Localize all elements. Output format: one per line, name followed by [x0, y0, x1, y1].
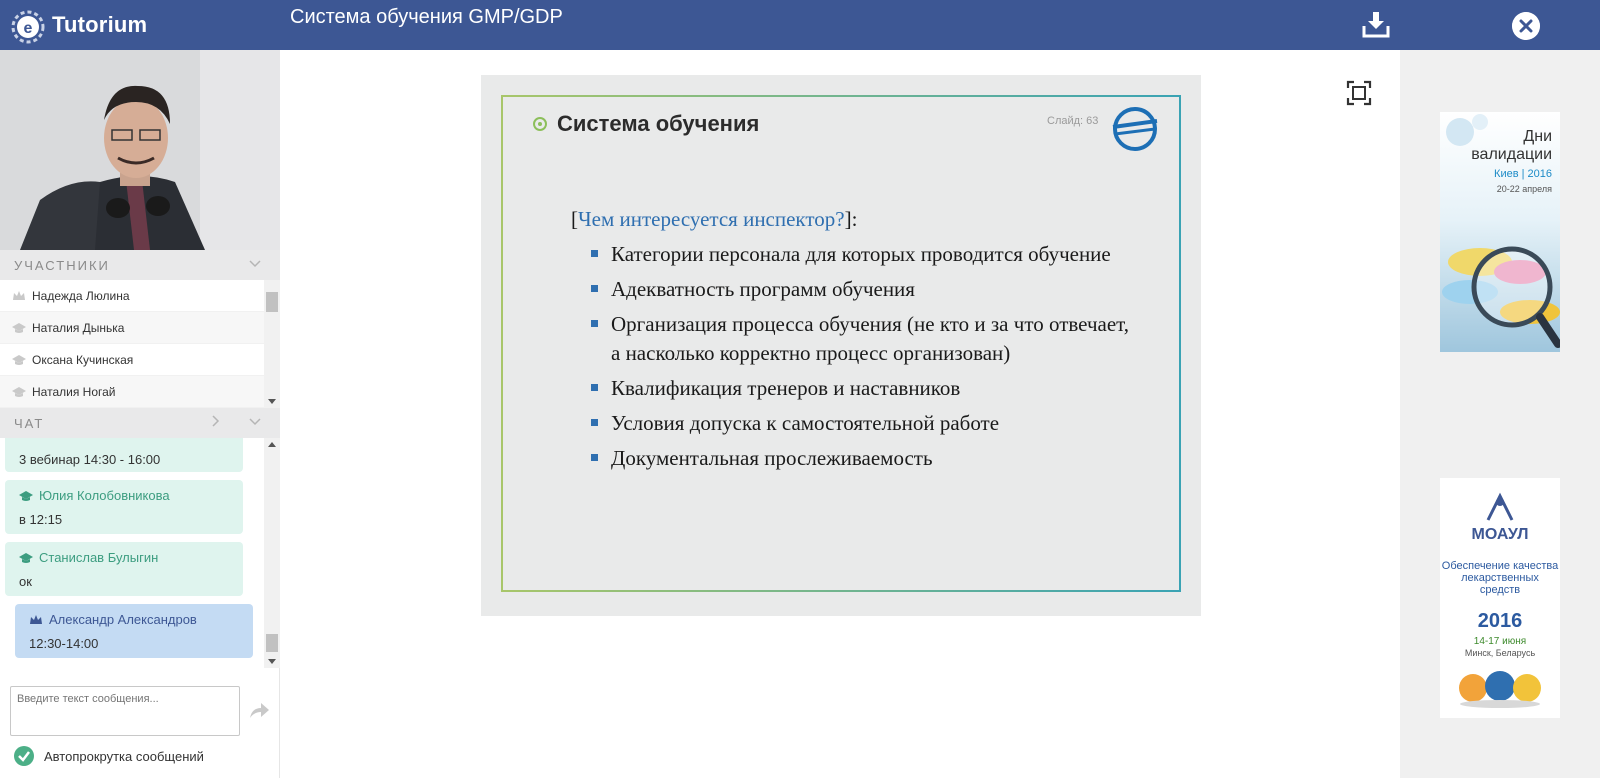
ad1-line2: валидации	[1471, 146, 1552, 163]
presenter-video	[0, 50, 280, 250]
graduation-cap-icon	[12, 354, 26, 365]
ad1-line1: Дни	[1523, 128, 1552, 145]
scrollbar-thumb[interactable]	[266, 634, 278, 652]
participant-row[interactable]: Оксана Кучинская	[0, 344, 264, 376]
ad2-brand: МОАУЛ	[1471, 526, 1529, 543]
chat-message-author: Александр Александров	[29, 612, 197, 627]
participants-header[interactable]: УЧАСТНИКИ	[0, 250, 280, 280]
chat-author-name: Станислав Булыгин	[39, 550, 159, 565]
scroll-down-arrow[interactable]	[268, 399, 276, 404]
close-icon[interactable]	[1512, 12, 1540, 40]
logo-text: Tutorium	[52, 12, 148, 37]
ad2-year: 2016	[1477, 610, 1523, 632]
participant-row[interactable]: Наталия Дынька	[0, 312, 264, 344]
slide-bullet: Категории персонала для которых проводит…	[591, 240, 1131, 269]
page-title: Система обучения GMP/GDP	[290, 6, 563, 28]
ad2-subtitle: Обеспечение качества лекарственных средс…	[1441, 560, 1559, 596]
participant-row[interactable]: Надежда Люлина	[0, 280, 264, 312]
send-icon[interactable]	[248, 700, 270, 720]
crown-icon	[13, 290, 25, 300]
mascots-image	[1459, 671, 1541, 708]
chat-message: Александр Александров 12:30-14:00	[15, 604, 253, 658]
question-close: ]:	[844, 207, 858, 231]
chat-author-name: Юлия Колобовникова	[39, 488, 170, 503]
ad2-dates: 14-17 июня	[1473, 636, 1527, 647]
chat-author-name: Александр Александров	[49, 612, 197, 627]
slide-title: Система обучения	[533, 111, 759, 137]
autoscroll-label: Автопрокрутка сообщений	[44, 748, 204, 764]
slide-title-text: Система обучения	[557, 111, 760, 136]
chat-message-author: Юлия Колобовникова	[19, 488, 170, 503]
ad1-dates: 20-22 апреля	[1496, 184, 1552, 194]
presentation-slide: Система обучения Слайд: 63 [Чем интересу…	[481, 75, 1201, 616]
chat-message: Юлия Колобовникова в 12:15	[5, 480, 243, 534]
chat-messages: 3 вебинар 14:30 - 16:00 Юлия Колобовнико…	[0, 438, 264, 668]
slide-question: [Чем интересуется инспектор?]:	[571, 205, 1131, 234]
chat-message-author: Станислав Булыгин	[19, 550, 158, 565]
right-panel: Дни валидации Киев | 2016 20-22 апреля М…	[1400, 50, 1600, 778]
scroll-up-arrow[interactable]	[268, 442, 276, 447]
logo-letter: e	[24, 20, 33, 37]
chevron-right-icon[interactable]	[208, 414, 222, 428]
participants-scrollbar[interactable]	[264, 280, 280, 408]
tutorium-logo[interactable]: e Tutorium	[10, 4, 147, 46]
ad1-title: Дни валидации	[1471, 128, 1552, 164]
chat-message-text: 12:30-14:00	[29, 636, 99, 651]
slide-body: [Чем интересуется инспектор?]: Категории…	[571, 205, 1131, 479]
chat-message-text: 3 вебинар 14:30 - 16:00	[19, 452, 161, 467]
scrollbar-thumb[interactable]	[266, 292, 278, 312]
scroll-down-arrow[interactable]	[268, 659, 276, 664]
ad2-place: Минск, Беларусь	[1464, 648, 1536, 658]
chat-header-label: ЧАТ	[14, 416, 45, 431]
participant-name: Наталия Дынька	[32, 320, 125, 335]
graduation-cap-icon	[19, 490, 33, 501]
fullscreen-icon[interactable]	[1346, 80, 1372, 106]
participants-header-label: УЧАСТНИКИ	[14, 258, 110, 273]
ad1-city-year: Киев | 2016	[1494, 168, 1552, 180]
chat-message: Станислав Булыгин ок	[5, 542, 243, 596]
chat-scrollbar[interactable]	[264, 438, 280, 668]
slide-bullet: Адекватность программ обучения	[591, 275, 1131, 304]
presenter-video-frame	[0, 50, 280, 250]
quality-conference-banner[interactable]: МОАУЛ Обеспечение качества лекарственных…	[1440, 478, 1560, 718]
graduation-cap-icon	[12, 322, 26, 333]
graduation-cap-icon	[19, 552, 33, 563]
slide-number: Слайд: 63	[1047, 115, 1099, 127]
participants-list: Надежда Люлина Наталия Дынька Оксана Куч…	[0, 280, 264, 408]
title-bullet-icon	[533, 117, 547, 131]
autoscroll-toggle[interactable]: Автопрокрутка сообщений	[14, 746, 204, 766]
crown-icon	[30, 614, 42, 624]
participant-name: Наталия Ногай	[32, 384, 116, 399]
participant-row[interactable]: Наталия Ногай	[0, 376, 264, 408]
participant-name: Надежда Люлина	[32, 288, 130, 303]
participant-name: Оксана Кучинская	[32, 352, 134, 367]
download-icon[interactable]	[1360, 8, 1392, 40]
graduation-cap-icon	[12, 386, 26, 397]
left-panel: УЧАСТНИКИ Надежда Люлина Наталия Дынька …	[0, 50, 280, 778]
chat-message-text: в 12:15	[19, 512, 63, 527]
chat-message-text: ок	[19, 574, 32, 589]
company-logo-icon	[1112, 107, 1158, 151]
question-open: [	[571, 207, 578, 231]
validation-days-banner[interactable]: Дни валидации Киев | 2016 20-22 апреля	[1440, 112, 1560, 352]
slide-bullet: Квалификация тренеров и наставников	[591, 374, 1131, 403]
slide-bullet: Документальная прослеживаемость	[591, 444, 1131, 473]
chat-message-input[interactable]	[10, 686, 240, 736]
slide-bullet: Условия допуска к самостоятельной работе	[591, 409, 1131, 438]
check-icon[interactable]	[14, 746, 34, 766]
gear-logo-icon: e	[11, 10, 45, 44]
conference-logo-icon	[1486, 492, 1514, 521]
top-bar: e Tutorium Система обучения GMP/GDP	[0, 0, 1600, 50]
chat-message: 3 вебинар 14:30 - 16:00	[5, 438, 243, 472]
chat-header[interactable]: ЧАТ	[0, 408, 280, 438]
slide-bullet: Организация процесса обучения (не кто и …	[591, 310, 1131, 368]
chevron-down-icon[interactable]	[248, 256, 262, 270]
chevron-down-icon[interactable]	[248, 414, 262, 428]
slide-bullet-list: Категории персонала для которых проводит…	[571, 240, 1131, 473]
question-text: Чем интересуется инспектор?	[578, 207, 845, 231]
